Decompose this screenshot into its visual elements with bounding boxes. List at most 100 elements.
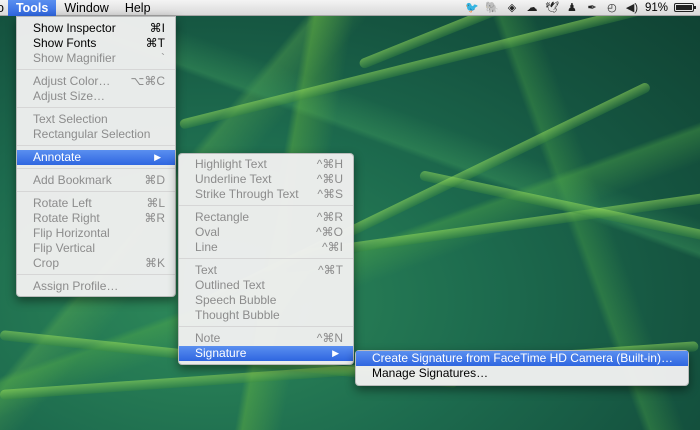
menu-item-rotate-left: Rotate Left ⌘L — [17, 196, 175, 211]
menu-item-label: Show Fonts — [33, 36, 97, 50]
menu-item-assign-profile: Assign Profile… — [17, 279, 175, 294]
person-icon[interactable]: ♟ — [565, 0, 579, 16]
menu-item-label: Rectangle — [195, 210, 250, 224]
menu-item-label: Text Selection — [33, 112, 108, 126]
menu-item-shortcut: ^⌘T — [318, 263, 343, 277]
menu-item-label: Oval — [195, 225, 220, 239]
menu-item-label: Adjust Size… — [33, 89, 106, 103]
menu-item-show-magnifier: Show Magnifier ` — [17, 51, 175, 66]
menu-item-shortcut: ⌘L — [146, 196, 165, 210]
creative-cloud-icon[interactable]: ☁ — [525, 0, 539, 16]
menu-item-text: Text ^⌘T — [179, 263, 353, 278]
time-machine-icon[interactable]: ◴ — [605, 0, 619, 16]
menu-item-rectangle: Rectangle ^⌘R — [179, 210, 353, 225]
menu-item-create-signature-from-facetime-hd-camera-built-in[interactable]: Create Signature from FaceTime HD Camera… — [356, 351, 688, 366]
menu-item-rotate-right: Rotate Right ⌘R — [17, 211, 175, 226]
menu-item-note: Note ^⌘N — [179, 331, 353, 346]
menu-item-text-selection: Text Selection — [17, 112, 175, 127]
menu-item-flip-vertical: Flip Vertical — [17, 241, 175, 256]
menu-separator — [179, 258, 353, 259]
menu-item-label: Show Inspector — [33, 21, 116, 35]
menu-item-thought-bubble: Thought Bubble — [179, 308, 353, 323]
menu-item-label: Rotate Left — [33, 196, 92, 210]
menu-item-label: Create Signature from FaceTime HD Camera… — [372, 351, 673, 365]
menu-item-label: Show Magnifier — [33, 51, 116, 65]
menu-item-shortcut: ^⌘N — [316, 331, 343, 345]
menu-item-strike-through-text: Strike Through Text ^⌘S — [179, 187, 353, 202]
menubar-item-tools[interactable]: Tools — [7, 0, 57, 16]
signature-submenu: Create Signature from FaceTime HD Camera… — [355, 350, 689, 386]
volume-icon[interactable]: ◀) — [625, 0, 639, 16]
evernote-icon[interactable]: 🐘 — [485, 0, 499, 16]
menu-item-label: Annotate — [33, 150, 82, 164]
menu-item-label: Thought Bubble — [195, 308, 280, 322]
submenu-arrow-icon: ▶ — [332, 348, 339, 358]
menu-item-speech-bubble: Speech Bubble — [179, 293, 353, 308]
menu-item-shortcut: ` — [161, 51, 165, 65]
menu-item-shortcut: ⌘T — [145, 36, 165, 50]
menu-separator — [17, 145, 175, 146]
menu-item-label: Line — [195, 240, 218, 254]
menu-item-shortcut: ⌘R — [144, 211, 165, 225]
menu-item-shortcut: ^⌘H — [316, 157, 343, 171]
battery-percentage[interactable]: 91% — [645, 2, 668, 14]
menubar-item-help[interactable]: Help — [117, 0, 159, 16]
status-area: 🐦 🐘 ◈ ☁ 🕊 ♟ ✒ ◴ ◀) 91% — [465, 0, 700, 16]
menu-item-label: Highlight Text — [195, 157, 267, 171]
menu-item-flip-horizontal: Flip Horizontal — [17, 226, 175, 241]
menu-item-line: Line ^⌘I — [179, 240, 353, 255]
menu-item-label: Text — [195, 263, 218, 277]
menu-item-label: Outlined Text — [195, 278, 265, 292]
menu-separator — [17, 274, 175, 275]
menu-item-label: Manage Signatures… — [372, 366, 489, 380]
menu-item-shortcut: ⌘D — [144, 173, 165, 187]
menu-separator — [179, 205, 353, 206]
menu-item-label: Rectangular Selection — [33, 127, 151, 141]
menu-item-label: Flip Vertical — [33, 241, 96, 255]
menu-item-label: Assign Profile… — [33, 279, 119, 293]
menu-item-shortcut: ^⌘R — [316, 210, 343, 224]
menu-separator — [17, 107, 175, 108]
menu-item-show-fonts[interactable]: Show Fonts ⌘T — [17, 36, 175, 51]
menu-item-shortcut: ⌘K — [144, 256, 165, 270]
bird-icon[interactable]: 🕊 — [545, 0, 559, 16]
menu-item-highlight-text: Highlight Text ^⌘H — [179, 157, 353, 172]
menu-item-shortcut: ^⌘O — [316, 225, 343, 239]
menu-item-manage-signatures[interactable]: Manage Signatures… — [356, 366, 688, 381]
menu-item-label: Note — [195, 331, 221, 345]
menu-item-shortcut: ^⌘U — [316, 172, 343, 186]
menu-item-underline-text: Underline Text ^⌘U — [179, 172, 353, 187]
menu-separator — [17, 168, 175, 169]
menu-item-shortcut: ^⌘I — [322, 240, 343, 254]
menu-item-show-inspector[interactable]: Show Inspector ⌘I — [17, 21, 175, 36]
menu-item-annotate[interactable]: Annotate ▶ — [17, 150, 175, 165]
menu-item-adjust-size: Adjust Size… — [17, 89, 175, 104]
menu-item-shortcut: ^⌘S — [317, 187, 343, 201]
battery-icon[interactable] — [674, 3, 696, 12]
menu-item-shortcut: ⌘I — [149, 21, 165, 35]
menu-item-signature[interactable]: Signature ▶ — [179, 346, 353, 361]
menu-separator — [17, 69, 175, 70]
menu-item-shortcut: ⌥⌘C — [130, 74, 166, 88]
menubar-item-go[interactable]: o — [0, 0, 8, 16]
submenu-arrow-icon: ▶ — [154, 152, 161, 162]
menu-item-add-bookmark: Add Bookmark ⌘D — [17, 173, 175, 188]
menu-item-label: Adjust Color… — [33, 74, 111, 88]
annotate-submenu: Highlight Text ^⌘H Underline Text ^⌘U Strike… — [178, 153, 354, 365]
menu-item-label: Flip Horizontal — [33, 226, 110, 240]
menu-item-label: Signature — [195, 346, 247, 360]
dropbox-icon[interactable]: ◈ — [505, 0, 519, 16]
menu-item-label: Rotate Right — [33, 211, 100, 225]
menu-item-adjust-color: Adjust Color… ⌥⌘C — [17, 74, 175, 89]
menu-bar: o Tools Window Help 🐦 🐘 ◈ ☁ 🕊 ♟ ✒ ◴ ◀) 9… — [0, 0, 700, 16]
pen-icon[interactable]: ✒ — [585, 0, 599, 16]
menubar-item-window[interactable]: Window — [56, 0, 116, 16]
menu-separator — [179, 326, 353, 327]
menu-separator — [17, 191, 175, 192]
menu-item-label: Strike Through Text — [195, 187, 299, 201]
menu-item-oval: Oval ^⌘O — [179, 225, 353, 240]
twitter-icon[interactable]: 🐦 — [465, 0, 479, 16]
menu-item-rectangular-selection: Rectangular Selection — [17, 127, 175, 142]
menu-item-label: Underline Text — [195, 172, 272, 186]
menu-item-crop: Crop ⌘K — [17, 256, 175, 271]
